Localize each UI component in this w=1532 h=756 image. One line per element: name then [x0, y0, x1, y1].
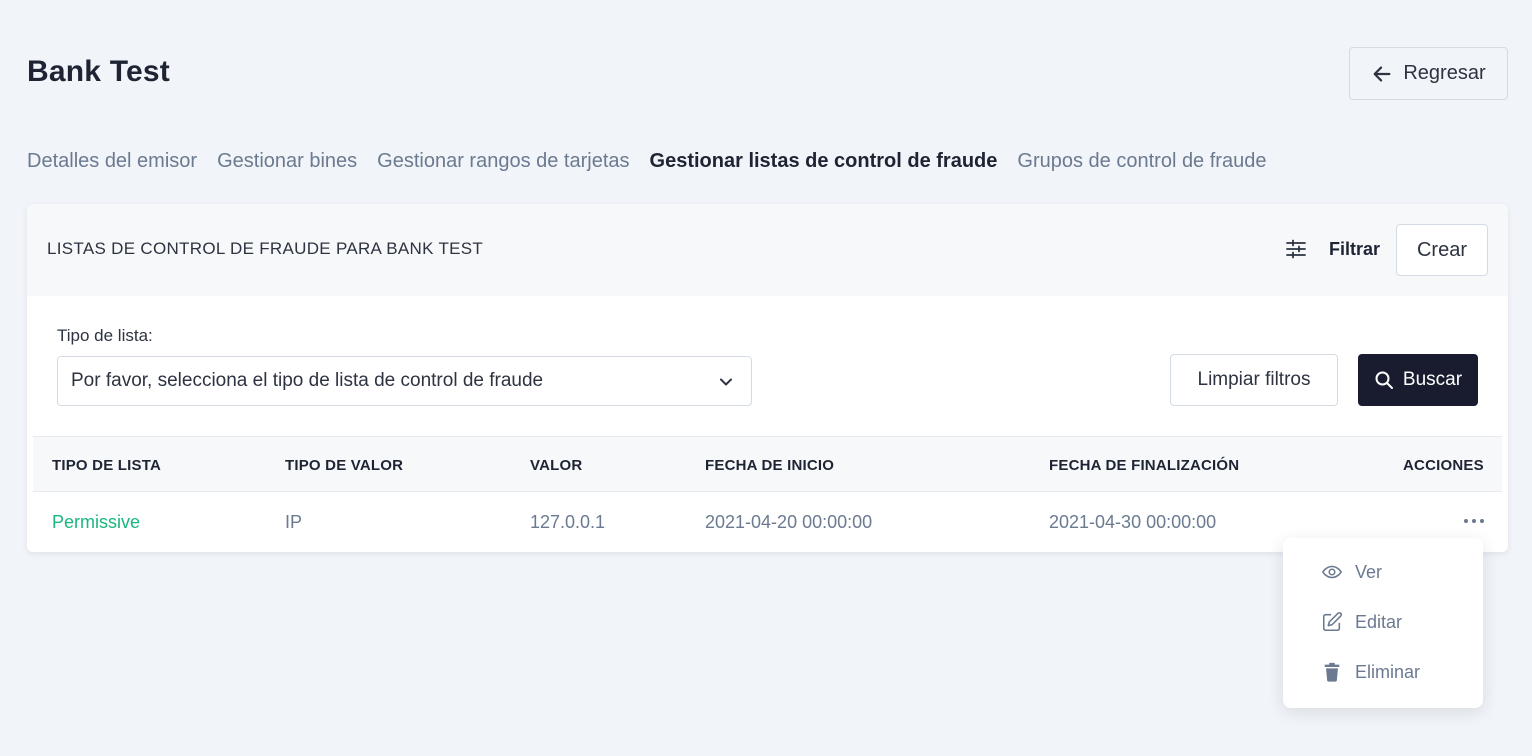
column-header-list-type: TIPO DE LISTA	[52, 457, 161, 474]
sliders-icon[interactable]	[1284, 238, 1308, 260]
fraud-lists-card: LISTAS DE CONTROL DE FRAUDE PARA BANK TE…	[27, 204, 1508, 552]
page-title: Bank Test	[27, 55, 170, 88]
back-button-label: Regresar	[1403, 62, 1486, 84]
menu-item-view[interactable]: Ver	[1321, 559, 1382, 585]
tab-bar: Detalles del emisor Gestionar bines Gest…	[27, 147, 1266, 175]
row-actions-menu: Ver Editar Eliminar	[1283, 538, 1483, 708]
menu-item-view-label: Ver	[1355, 561, 1383, 582]
cell-end-date: 2021-04-30 00:00:00	[1049, 512, 1217, 532]
eye-icon	[1321, 565, 1343, 579]
card-title: LISTAS DE CONTROL DE FRAUDE PARA BANK TE…	[47, 239, 484, 258]
chevron-down-icon	[720, 378, 732, 386]
arrow-left-icon	[1373, 65, 1391, 82]
edit-icon	[1322, 612, 1342, 632]
tab-manage-card-ranges[interactable]: Gestionar rangos de tarjetas	[377, 147, 629, 175]
column-header-value-type: TIPO DE VALOR	[285, 457, 404, 474]
back-button[interactable]: Regresar	[1349, 47, 1508, 100]
menu-item-edit-label: Editar	[1355, 611, 1403, 632]
menu-item-edit[interactable]: Editar	[1321, 609, 1402, 635]
menu-item-delete[interactable]: Eliminar	[1321, 659, 1420, 685]
cell-value-type: IP	[285, 512, 303, 532]
trash-icon	[1324, 662, 1340, 682]
menu-item-delete-label: Eliminar	[1355, 661, 1421, 682]
search-icon	[1375, 371, 1393, 389]
tab-manage-fraud-lists[interactable]: Gestionar listas de control de fraude	[650, 147, 998, 175]
list-type-select[interactable]: Por favor, selecciona el tipo de lista d…	[57, 356, 752, 406]
clear-filters-button[interactable]: Limpiar filtros	[1170, 354, 1338, 406]
column-header-end-date: FECHA DE FINALIZACIÓN	[1049, 457, 1240, 474]
column-header-value: VALOR	[530, 457, 583, 474]
tab-manage-bins[interactable]: Gestionar bines	[217, 147, 357, 175]
tab-fraud-groups[interactable]: Grupos de control de fraude	[1017, 147, 1266, 175]
table-header: TIPO DE LISTA TIPO DE VALOR VALOR FECHA …	[33, 436, 1502, 492]
card-header: LISTAS DE CONTROL DE FRAUDE PARA BANK TE…	[27, 204, 1508, 296]
search-button-label: Buscar	[1402, 369, 1463, 390]
cell-value: 127.0.0.1	[530, 512, 606, 532]
column-header-start-date: FECHA DE INICIO	[705, 457, 835, 474]
list-type-select-value: Por favor, selecciona el tipo de lista d…	[71, 370, 544, 391]
more-actions-icon[interactable]	[1464, 515, 1484, 527]
filter-button[interactable]: Filtrar	[1329, 239, 1380, 260]
search-button[interactable]: Buscar	[1358, 354, 1478, 406]
cell-list-type[interactable]: Permissive	[52, 512, 140, 533]
tab-issuer-details[interactable]: Detalles del emisor	[27, 147, 197, 175]
list-type-label: Tipo de lista:	[57, 326, 153, 345]
cell-start-date: 2021-04-20 00:00:00	[705, 512, 873, 532]
column-header-actions: ACCIONES	[1403, 457, 1484, 474]
create-button[interactable]: Crear	[1396, 224, 1488, 276]
